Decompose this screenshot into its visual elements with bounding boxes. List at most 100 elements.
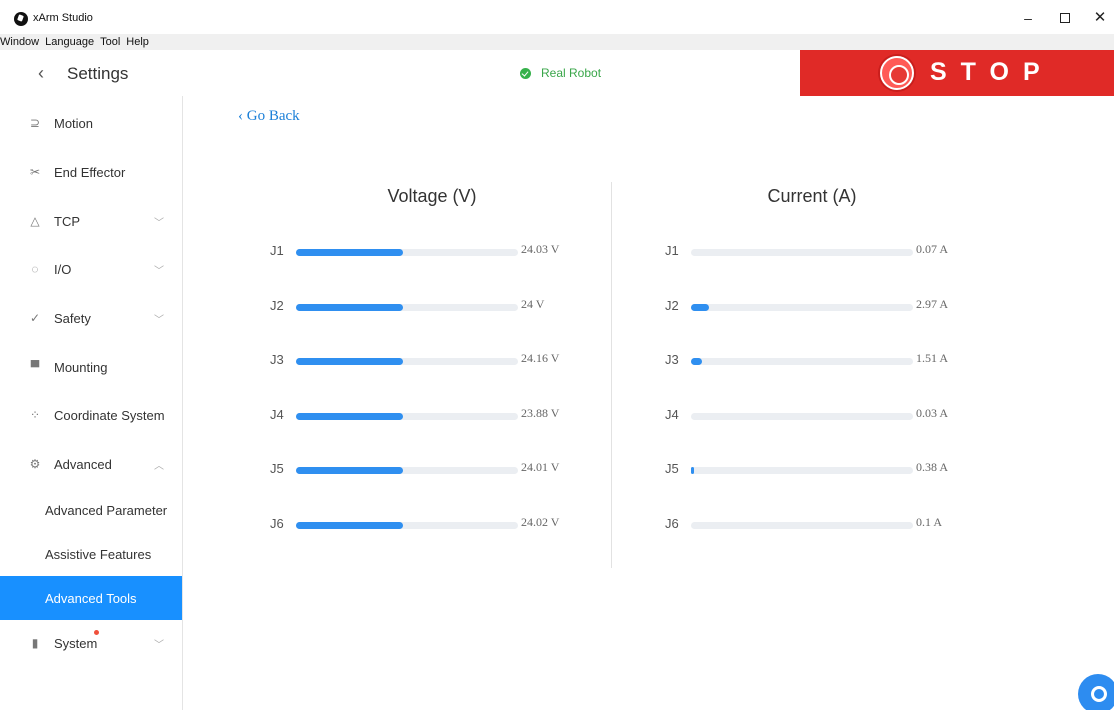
notification-dot bbox=[94, 630, 99, 635]
joint-label: J1 bbox=[665, 243, 679, 258]
reading-row: J5 24.01 V bbox=[270, 460, 590, 481]
voltage-title: Voltage (V) bbox=[387, 186, 477, 206]
reading-row: J4 0.03 A bbox=[665, 406, 985, 427]
mounting-icon: ▀ bbox=[30, 360, 40, 374]
sidebar-item-label: Mounting bbox=[54, 359, 108, 375]
reading-row: J4 23.88 V bbox=[270, 406, 590, 427]
level-bar-track bbox=[296, 522, 518, 529]
chevron-up-icon: ︿ bbox=[154, 460, 164, 472]
sidebar-subitem-label: Assistive Features bbox=[45, 546, 152, 562]
current-title: Current (A) bbox=[767, 186, 857, 206]
reading-row: J5 0.38 A bbox=[665, 460, 985, 481]
safety-icon: ✓ bbox=[29, 311, 41, 325]
header: ‹ Settings Real Robot STOP bbox=[0, 50, 1114, 96]
level-bar-fill bbox=[296, 358, 403, 365]
sidebar-item-tcp[interactable]: △ TCP ﹀ bbox=[0, 199, 182, 243]
reading-value: 0.1 A bbox=[916, 515, 943, 529]
joint-label: J4 bbox=[270, 407, 284, 422]
emergency-stop-button[interactable]: STOP bbox=[800, 50, 1114, 96]
reading-row: J3 1.51 A bbox=[665, 351, 985, 372]
reading-row: J3 24.16 V bbox=[270, 351, 590, 372]
sidebar-item-label: Safety bbox=[54, 310, 91, 326]
level-bar-fill bbox=[296, 304, 403, 311]
level-bar-track bbox=[691, 304, 913, 311]
sidebar-subitem-advanced-tools[interactable]: Advanced Tools bbox=[0, 576, 182, 620]
sidebar-item-label: End Effector bbox=[54, 164, 126, 180]
maximize-icon bbox=[1060, 13, 1070, 23]
robot-status: Real Robot bbox=[520, 66, 601, 80]
minimize-button[interactable]: – bbox=[1014, 6, 1042, 30]
level-bar-track bbox=[296, 304, 518, 311]
sidebar-item-coordinate-system[interactable]: ⁘ Coordinate System bbox=[0, 393, 182, 437]
sidebar-item-label: Coordinate System bbox=[54, 407, 165, 423]
reading-row: J2 2.97 A bbox=[665, 297, 985, 318]
go-back-link[interactable]: ‹ Go Back bbox=[238, 108, 300, 125]
level-bar-track bbox=[296, 413, 518, 420]
menu-window[interactable]: Window bbox=[0, 34, 42, 50]
menu-language[interactable]: Language bbox=[42, 34, 97, 50]
reading-row: J1 24.03 V bbox=[270, 242, 590, 263]
reading-value: 24.16 V bbox=[521, 351, 560, 365]
sidebar-subitem-advanced-parameter[interactable]: Advanced Parameter bbox=[0, 488, 182, 532]
sidebar-item-mounting[interactable]: ▀ Mounting bbox=[0, 345, 182, 389]
chevron-down-icon: ﹀ bbox=[154, 265, 164, 277]
chevron-down-icon: ﹀ bbox=[154, 314, 164, 326]
level-bar-fill bbox=[296, 249, 403, 256]
joint-label: J2 bbox=[270, 298, 284, 313]
sidebar: ⊇ Motion ✂ End Effector △ TCP ﹀ ◌ I/O ﹀ … bbox=[0, 96, 183, 710]
reading-row: J1 0.07 A bbox=[665, 242, 985, 263]
window-title: xArm Studio bbox=[33, 12, 93, 24]
check-circle-icon bbox=[520, 67, 531, 79]
help-button[interactable] bbox=[1078, 674, 1114, 710]
level-bar-track bbox=[296, 358, 518, 365]
level-bar-fill bbox=[691, 358, 703, 365]
end-effector-icon: ✂ bbox=[29, 165, 41, 179]
sidebar-item-io[interactable]: ◌ I/O ﹀ bbox=[0, 247, 182, 291]
reading-row: J6 24.02 V bbox=[270, 515, 590, 536]
panel-divider bbox=[611, 182, 612, 568]
level-bar-fill bbox=[296, 413, 403, 420]
joint-label: J1 bbox=[270, 243, 284, 258]
reading-value: 24 V bbox=[521, 297, 545, 311]
reading-value: 0.38 A bbox=[916, 460, 949, 474]
io-icon: ◌ bbox=[31, 262, 39, 276]
sidebar-item-advanced[interactable]: ⚙ Advanced ︿ bbox=[0, 442, 182, 486]
joint-label: J6 bbox=[270, 516, 284, 531]
joint-label: J3 bbox=[665, 352, 679, 367]
menu-bar: Window Language Tool Help bbox=[0, 34, 1114, 50]
maximize-button[interactable] bbox=[1051, 6, 1079, 30]
sidebar-subitem-assistive-features[interactable]: Assistive Features bbox=[0, 532, 182, 576]
level-bar-track bbox=[691, 249, 913, 256]
reading-value: 24.01 V bbox=[521, 460, 560, 474]
reading-value: 24.03 V bbox=[521, 242, 560, 256]
stop-icon bbox=[880, 56, 914, 90]
chevron-down-icon: ﹀ bbox=[154, 639, 164, 651]
reading-row: J2 24 V bbox=[270, 297, 590, 318]
reading-value: 2.97 A bbox=[916, 297, 949, 311]
menu-help[interactable]: Help bbox=[123, 34, 152, 50]
advanced-icon: ⚙ bbox=[29, 457, 41, 471]
level-bar-fill bbox=[691, 304, 709, 311]
close-button[interactable]: ✕ bbox=[1086, 6, 1114, 30]
joint-label: J2 bbox=[665, 298, 679, 313]
sidebar-item-motion[interactable]: ⊇ Motion bbox=[0, 101, 182, 145]
sidebar-item-end-effector[interactable]: ✂ End Effector bbox=[0, 150, 182, 194]
tcp-icon: △ bbox=[30, 214, 40, 228]
sidebar-item-label: System bbox=[54, 635, 98, 651]
level-bar-fill bbox=[691, 467, 694, 474]
sidebar-item-label: I/O bbox=[54, 261, 72, 277]
sidebar-item-safety[interactable]: ✓ Safety ﹀ bbox=[0, 296, 182, 340]
chevron-down-icon: ﹀ bbox=[154, 217, 164, 229]
sidebar-item-system[interactable]: ▮ System ﹀ bbox=[0, 621, 182, 665]
stop-label: STOP bbox=[930, 58, 1054, 86]
level-bar-track bbox=[296, 249, 518, 256]
level-bar-fill bbox=[296, 522, 403, 529]
joint-label: J6 bbox=[665, 516, 679, 531]
coordinate-icon: ⁘ bbox=[29, 408, 41, 422]
sidebar-item-label: Advanced bbox=[54, 456, 112, 472]
joint-label: J5 bbox=[270, 461, 284, 476]
sidebar-subitem-label: Advanced Tools bbox=[45, 590, 137, 606]
level-bar-track bbox=[691, 413, 913, 420]
menu-tool[interactable]: Tool bbox=[97, 34, 123, 50]
settings-back-button[interactable]: ‹ bbox=[38, 63, 44, 84]
